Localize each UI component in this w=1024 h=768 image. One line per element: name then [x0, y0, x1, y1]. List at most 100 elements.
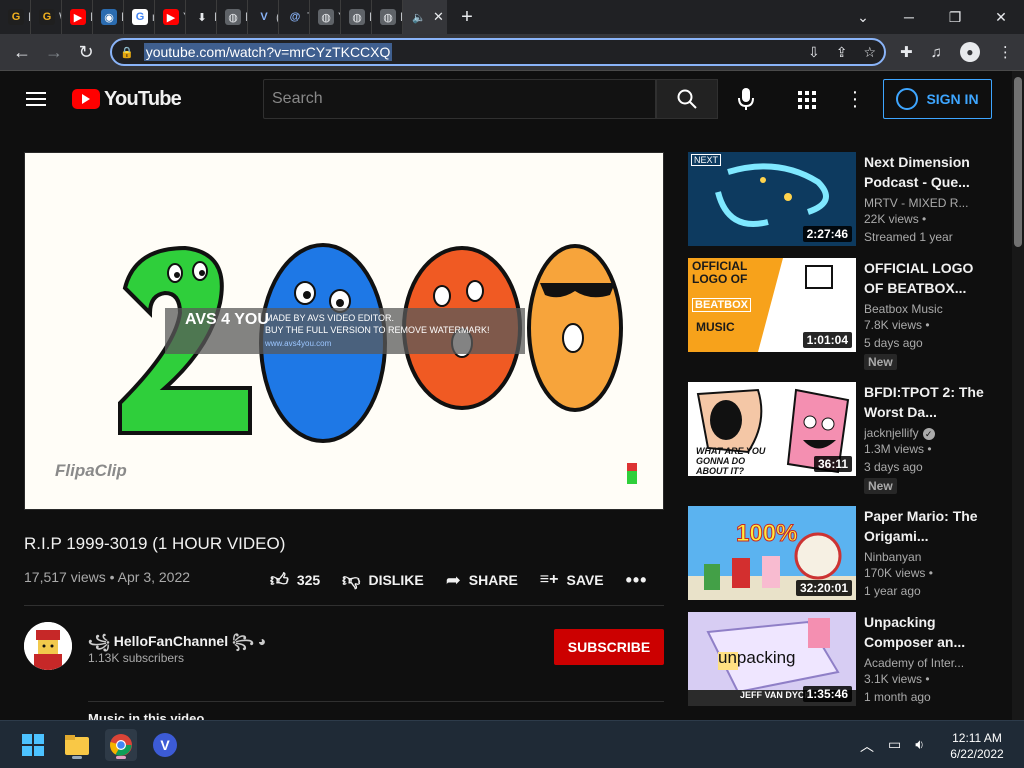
extensions-icon[interactable]: ✚	[900, 43, 913, 61]
recommendation-title[interactable]: OFFICIAL LOGO OF BEATBOX...	[864, 258, 984, 298]
recommendation-item[interactable]: NEXT 2:27:46 Next Dimension Podcast - Qu…	[688, 152, 1008, 248]
subscribe-button[interactable]: SUBSCRIBE	[554, 629, 664, 665]
video-thumbnail[interactable]: 100% 32:20:01	[688, 506, 856, 600]
tab-favicon-icon: ◍	[380, 9, 396, 25]
url-text[interactable]: youtube.com/watch?v=mrCYzTKCCXQ	[143, 43, 393, 61]
close-window-icon[interactable]: ✕	[978, 0, 1024, 34]
chevron-down-icon[interactable]: ⌄	[840, 0, 886, 34]
menu-icon[interactable]	[26, 88, 46, 110]
apps-grid-icon[interactable]	[798, 91, 816, 109]
video-meta: 17,517 views • Apr 3, 2022	[24, 569, 191, 585]
browser-tab[interactable]: Gm	[124, 0, 155, 34]
browser-tab[interactable]: ◍Re	[341, 0, 372, 34]
minimize-icon[interactable]: ─	[886, 0, 932, 34]
forward-icon[interactable]: →	[38, 42, 70, 63]
recommendation-channel[interactable]: Beatbox Music	[864, 302, 984, 316]
video-thumbnail[interactable]: NEXT 2:27:46	[688, 152, 856, 246]
browser-tab[interactable]: ▶M	[62, 0, 93, 34]
browser-tab[interactable]: GM	[0, 0, 31, 34]
browser-tab[interactable]: ◉Pr	[93, 0, 124, 34]
dislike-button[interactable]: 👎︎ DISLIKE	[342, 569, 424, 591]
bookmark-star-icon[interactable]: ☆	[863, 44, 876, 61]
more-actions-button[interactable]: •••	[626, 570, 648, 591]
recommendation-title[interactable]: Paper Mario: The Origami...	[864, 506, 984, 546]
recommendation-channel[interactable]: jacknjellify ✓	[864, 426, 984, 440]
sign-in-button[interactable]: SIGN IN	[883, 79, 992, 119]
channel-avatar[interactable]	[24, 622, 72, 670]
media-control-icon[interactable]: ♫	[931, 44, 942, 61]
recommendation-item[interactable]: unpacking JEFF VAN DYCK 1:35:46 Unpackin…	[688, 612, 1008, 708]
thumbnail-text: BEATBOX	[692, 298, 751, 312]
recommendation-views: 3.1K views •	[864, 672, 930, 686]
tab-favicon-icon: ◍	[318, 9, 334, 25]
video-duration: 1:01:04	[802, 332, 852, 348]
playlist-add-icon: ≡+	[539, 571, 559, 588]
recommendation-title[interactable]: Unpacking Composer an...	[864, 612, 984, 652]
video-player[interactable]: AVS 4 YOU MADE BY AVS VIDEO EDITOR. BUY …	[24, 152, 664, 510]
settings-menu-icon[interactable]: · · ·	[850, 82, 860, 116]
close-icon[interactable]: ✕	[433, 9, 444, 25]
restore-icon[interactable]: ❐	[932, 0, 978, 34]
subscriber-count: 1.13K subscribers	[88, 651, 185, 665]
video-thumbnail[interactable]: WHAT ARE YOU GONNA DO ABOUT IT? 36:11	[688, 382, 856, 476]
browser-tab[interactable]: GW	[31, 0, 62, 34]
browser-tab[interactable]: @Te	[279, 0, 310, 34]
recommendation-item[interactable]: OFFICIAL LOGO OF BEATBOX MUSIC 1:01:04 O…	[688, 258, 1008, 370]
install-icon[interactable]: ⇩	[808, 44, 820, 61]
browser-menu-icon[interactable]: ⋮	[998, 43, 1013, 61]
recommendation-channel[interactable]: MRTV - MIXED R...	[864, 196, 984, 210]
flipaclip-logo: FlipaClip	[55, 461, 127, 480]
browser-tab[interactable]: ▶Yo	[155, 0, 186, 34]
sign-in-label: SIGN IN	[926, 91, 979, 107]
chevron-up-icon[interactable]: ︿	[860, 736, 874, 756]
reload-icon[interactable]: ↻	[70, 42, 102, 63]
microphone-icon[interactable]	[736, 87, 756, 111]
recommendation-item[interactable]: 100% 32:20:01 Paper Mario: The Origami..…	[688, 506, 1008, 602]
tab-active[interactable]: 🔈 ✕	[403, 0, 447, 34]
lock-icon[interactable]: 🔒	[120, 46, 134, 59]
search-input[interactable]: Search	[263, 79, 656, 119]
recommendation-info: Paper Mario: The Origami... Ninbanyan 17…	[864, 506, 984, 600]
app-v-icon[interactable]: V	[149, 729, 181, 761]
address-bar[interactable]: 🔒 youtube.com/watch?v=mrCYzTKCCXQ ⇩ ⇪ ☆	[110, 38, 886, 66]
browser-tab[interactable]: ◍Yo	[310, 0, 341, 34]
browser-tab[interactable]: V(1	[248, 0, 279, 34]
recommendation-item[interactable]: WHAT ARE YOU GONNA DO ABOUT IT? 36:11 BF…	[688, 382, 1008, 494]
thumbnail-text: OFFICIAL LOGO OF	[692, 259, 748, 286]
system-clock[interactable]: 12:11 AM 6/22/2022	[945, 730, 1009, 762]
like-button[interactable]: 👍︎ 325	[270, 569, 320, 591]
clock-date: 6/22/2022	[950, 747, 1004, 761]
browser-tab[interactable]: ◍Lo	[372, 0, 403, 34]
new-badge: New	[864, 478, 897, 494]
recommendation-channel[interactable]: Ninbanyan	[864, 550, 984, 564]
browser-tab[interactable]: ◍M	[217, 0, 248, 34]
share-button[interactable]: ➦ SHARE	[446, 570, 518, 591]
video-thumbnail[interactable]: OFFICIAL LOGO OF BEATBOX MUSIC 1:01:04	[688, 258, 856, 352]
windows-start-icon[interactable]	[17, 729, 49, 761]
share-page-icon[interactable]: ⇪	[836, 44, 848, 61]
recommendation-views: 1.3M views •	[864, 442, 932, 456]
window-controls: ⌄ ─ ❐ ✕	[840, 0, 1024, 34]
new-tab-button[interactable]: +	[447, 6, 487, 29]
network-icon[interactable]: ▭	[888, 736, 901, 756]
browser-tab[interactable]: ⬇Do	[186, 0, 217, 34]
file-explorer-icon[interactable]	[61, 729, 93, 761]
scrollbar-thumb[interactable]	[1014, 77, 1022, 247]
verified-icon: ✓	[922, 428, 935, 440]
save-button[interactable]: ≡+ SAVE	[540, 571, 604, 589]
recommendation-age: 3 days ago	[864, 460, 923, 474]
search-button[interactable]	[656, 79, 718, 119]
channel-name-text: HelloFanChannel	[113, 633, 229, 649]
page-scrollbar[interactable]	[1012, 71, 1024, 730]
recommendation-channel[interactable]: Academy of Inter...	[864, 656, 984, 670]
chrome-icon[interactable]	[105, 729, 137, 761]
recommendation-title[interactable]: Next Dimension Podcast - Que...	[864, 152, 984, 192]
back-icon[interactable]: ←	[6, 42, 38, 63]
recommendation-title[interactable]: BFDI:TPOT 2: The Worst Da...	[864, 382, 984, 422]
video-duration: 32:20:01	[795, 580, 852, 596]
video-duration: 1:35:46	[802, 686, 852, 702]
video-thumbnail[interactable]: unpacking JEFF VAN DYCK 1:35:46	[688, 612, 856, 706]
profile-icon[interactable]: ●	[959, 42, 980, 62]
volume-icon[interactable]: 🔉︎	[915, 736, 924, 756]
youtube-logo[interactable]: YouTube	[72, 88, 182, 111]
